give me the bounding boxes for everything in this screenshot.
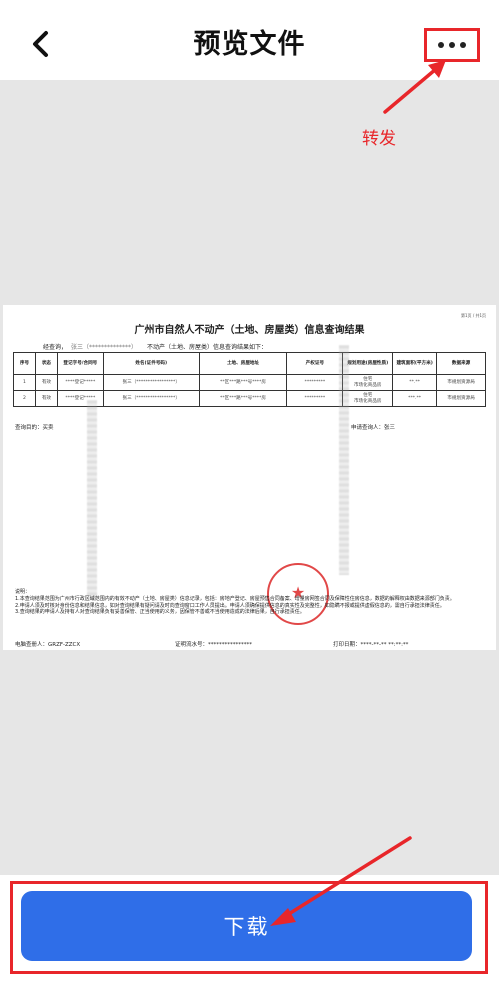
table-header: 状态 xyxy=(34,352,58,375)
redaction-blur xyxy=(87,400,97,600)
table-cell: ********* xyxy=(286,390,344,407)
query-applicant: 申请查询人：张三 xyxy=(351,425,396,431)
table-header-row: 序号 状态 登记字号/合同号 姓名(证件号码) 土地、房屋地址 产权证号 规划用… xyxy=(13,352,486,375)
download-button[interactable]: 下载 xyxy=(21,891,472,961)
top-bar: 预览文件 xyxy=(0,0,499,80)
intro-name: 张三（**************） xyxy=(71,344,138,351)
table-cell: 市规划资源局 xyxy=(436,390,486,407)
note-line: 说明： xyxy=(15,589,31,595)
table-cell: 市规划资源局 xyxy=(436,374,486,391)
more-horizontal-icon xyxy=(438,42,444,48)
table-cell: 有效 xyxy=(34,390,58,407)
more-horizontal-icon xyxy=(460,42,466,48)
certificate-number: 证明流水号：**************** xyxy=(175,642,253,648)
document-preview: 第1页 / 共1页 广州市自然人不动产（土地、房屋类）信息查询结果 经查询， 张三… xyxy=(3,305,496,650)
table-cell: 张三（*****************） xyxy=(102,390,200,407)
table-cell: 张三（*****************） xyxy=(102,374,200,391)
document-intro: 经查询， 张三（**************） 不动产（土地、房屋类）信息查询结果如… xyxy=(43,342,267,351)
query-purpose: 查询目的：买卖 xyxy=(15,425,54,431)
table-cell: 2 xyxy=(13,390,36,407)
operator-label: 电脑查册人：GRZF-ZZCX xyxy=(15,642,81,648)
table-row: 1 有效 ****登记***** 张三（*****************） *… xyxy=(13,374,486,391)
print-date: 打印日期：****-**-** **:**:** xyxy=(333,642,409,648)
table-cell: 住宅 市场化商品房 xyxy=(342,374,394,391)
document-title: 广州市自然人不动产（土地、房屋类）信息查询结果 xyxy=(134,325,365,336)
note-line: 3.查询结果的申请人及持有人对查询结果负有妥善保管、正当使用的义务，因保管不善或… xyxy=(15,609,305,616)
table-header: 数据来源 xyxy=(436,352,486,375)
table-header: 产权证号 xyxy=(286,352,344,375)
table-cell: **区***路***号****房 xyxy=(198,390,288,407)
table-header: 建筑面积(平方米) xyxy=(392,352,438,375)
intro-prefix: 经查询， xyxy=(43,344,68,351)
intro-rest: 不动产（土地、房屋类）信息查询结果如下： xyxy=(147,344,268,351)
redaction-blur xyxy=(339,345,349,575)
table-cell: 住宅 市场化商品房 xyxy=(342,390,394,407)
table-cell: **区***路***号****房 xyxy=(198,374,288,391)
table-cell: 1 xyxy=(13,374,36,391)
table-header: 登记字号/合同号 xyxy=(56,352,104,375)
screen: 预览文件 转发 第1页 / 共1页 广州市自然人不动产（土地、房屋类）信息查询结… xyxy=(0,0,499,981)
table-header: 土地、房屋地址 xyxy=(198,352,288,375)
document-notes: 说明： 1.本查询结果范围为广州市行政区域范围内的有效不动产（土地、房屋类）信息… xyxy=(15,589,485,616)
table-cell: **.** xyxy=(392,374,438,391)
query-result-table: 序号 状态 登记字号/合同号 姓名(证件号码) 土地、房屋地址 产权证号 规划用… xyxy=(13,352,486,407)
table-row: 2 有效 ****登记***** 张三（*****************） *… xyxy=(13,390,486,407)
table-header: 序号 xyxy=(13,352,36,375)
table-cell: ****登记***** xyxy=(56,374,104,391)
forward-annotation-label: 转发 xyxy=(362,129,396,149)
table-header: 姓名(证件号码) xyxy=(102,352,200,375)
document-page-indicator: 第1页 / 共1页 xyxy=(461,313,486,318)
table-header: 规划用途(房屋性质) xyxy=(342,352,394,375)
more-options-button[interactable] xyxy=(424,28,480,62)
table-cell: 有效 xyxy=(34,374,58,391)
table-cell: ***.** xyxy=(392,390,438,407)
note-line: 1.本查询结果范围为广州市行政区域范围内的有效不动产（土地、房屋类）信息记录，包… xyxy=(15,595,455,602)
table-cell: ********* xyxy=(286,374,344,391)
more-horizontal-icon xyxy=(449,42,455,48)
